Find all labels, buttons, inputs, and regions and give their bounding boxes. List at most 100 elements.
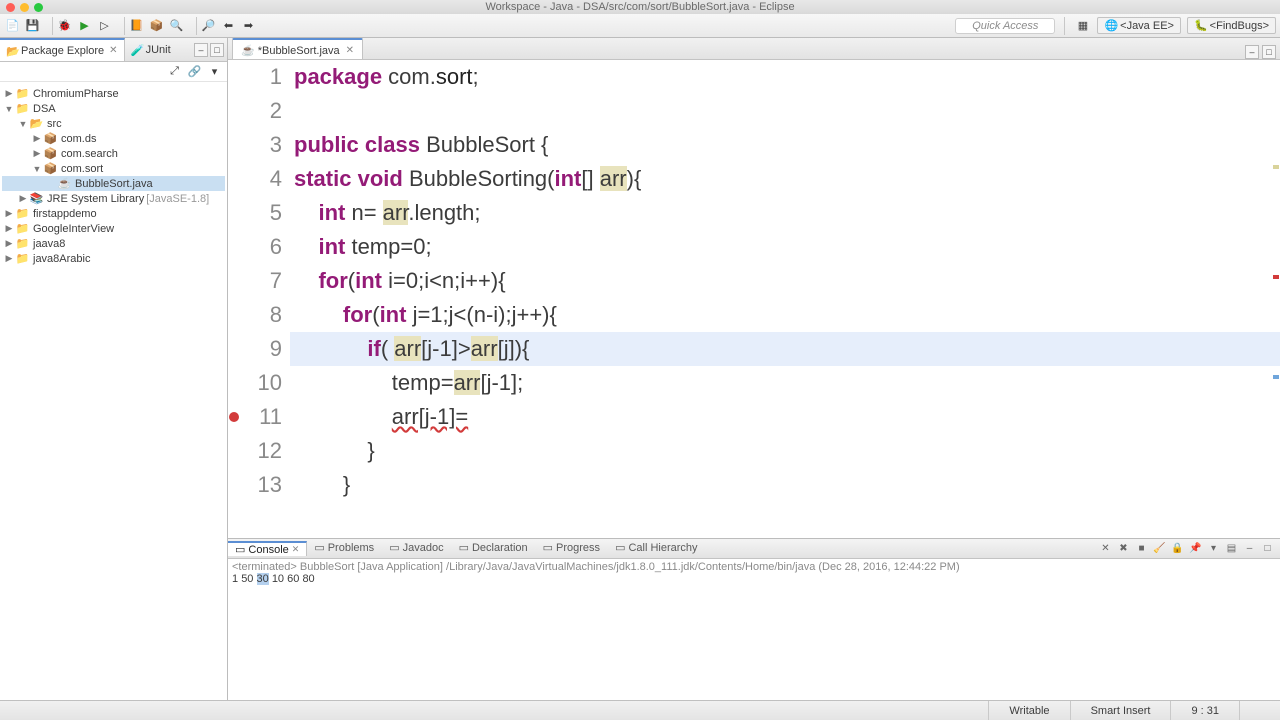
terminate-button[interactable]: ■ xyxy=(1134,541,1149,556)
perspective-findbugs[interactable]: 🐛 <FindBugs> xyxy=(1187,17,1276,34)
tree-node-label: JRE System Library xyxy=(47,193,144,205)
collapse-all-button[interactable]: ⤢ xyxy=(166,63,183,80)
tree-node[interactable]: ▶📁firstappdemo xyxy=(2,206,225,221)
disclosure-triangle[interactable]: ▶ xyxy=(4,88,14,99)
status-cursor-pos: 9 : 31 xyxy=(1170,701,1239,720)
maximize-bottom-button[interactable]: □ xyxy=(1260,541,1275,556)
disclosure-triangle[interactable]: ▼ xyxy=(4,104,14,114)
left-view-tabstrip: 📂 Package Explore ✕ 🧪 JUnit – □ xyxy=(0,38,227,62)
run-button[interactable]: ▶ xyxy=(76,17,93,34)
tree-node[interactable]: ▶📁 java8Arabic xyxy=(2,251,225,266)
code-line[interactable]: } xyxy=(290,468,1280,502)
minimize-bottom-button[interactable]: – xyxy=(1242,541,1257,556)
disclosure-triangle[interactable]: ▶ xyxy=(4,208,14,219)
tree-node[interactable]: ▶📁jaava8 xyxy=(2,236,225,251)
tree-node[interactable]: ▶📦com.search xyxy=(2,146,225,161)
tree-node[interactable]: ▶📁GoogleInterView xyxy=(2,221,225,236)
tree-node[interactable]: ▶📁ChromiumPharse xyxy=(2,86,225,101)
open-type-button[interactable]: 🔍 xyxy=(168,17,185,34)
java-editor[interactable]: 12345678910111213 package com.sort;publi… xyxy=(228,60,1280,538)
code-line[interactable]: if( arr[j-1]>arr[j]){ xyxy=(290,332,1280,366)
overview-ruler[interactable] xyxy=(1270,60,1280,538)
run-last-button[interactable]: ▷ xyxy=(96,17,113,34)
zoom-window-button[interactable] xyxy=(34,3,43,12)
disclosure-triangle[interactable]: ▼ xyxy=(18,119,28,129)
disclosure-triangle[interactable]: ▼ xyxy=(32,164,42,174)
minimize-editor-button[interactable]: – xyxy=(1245,45,1259,59)
disclosure-triangle[interactable]: ▶ xyxy=(4,238,14,249)
close-icon[interactable]: ✕ xyxy=(109,45,117,56)
tab-icon: ▭ xyxy=(235,543,245,556)
tree-node[interactable]: ▶📚JRE System Library [JavaSE-1.8] xyxy=(2,191,225,206)
disclosure-triangle[interactable]: ▶ xyxy=(32,133,42,144)
open-perspective-button[interactable]: ▦ xyxy=(1074,17,1091,34)
disclosure-triangle[interactable]: ▶ xyxy=(4,223,14,234)
remove-all-launches-button[interactable]: ✖ xyxy=(1116,541,1131,556)
quick-access[interactable]: Quick Access xyxy=(955,18,1055,34)
pin-console-button[interactable]: 📌 xyxy=(1188,541,1203,556)
bottom-tab-call-hierarchy[interactable]: ▭Call Hierarchy xyxy=(608,541,705,554)
project-icon: 📁 xyxy=(16,102,29,115)
debug-button[interactable]: 🐞 xyxy=(56,17,73,34)
project-icon: 📁 xyxy=(16,252,29,265)
maximize-editor-button[interactable]: □ xyxy=(1262,45,1276,59)
tree-node[interactable]: ▼📦com.sort xyxy=(2,161,225,176)
tree-node-label: java8Arabic xyxy=(33,253,90,265)
package-icon: 📦 xyxy=(44,147,57,160)
code-line[interactable]: static void BubbleSorting(int[] arr){ xyxy=(290,162,1280,196)
annotation-prev-button[interactable]: ⬅ xyxy=(220,17,237,34)
bottom-tab-problems[interactable]: ▭Problems xyxy=(307,541,382,554)
code-line[interactable]: package com.sort; xyxy=(290,60,1280,94)
code-line[interactable]: int temp=0; xyxy=(290,230,1280,264)
bottom-tab-declaration[interactable]: ▭Declaration xyxy=(452,541,536,554)
close-icon[interactable]: ✕ xyxy=(346,45,354,56)
code-line[interactable]: int n= arr.length; xyxy=(290,196,1280,230)
window-title: Workspace - Java - DSA/src/com/sort/Bubb… xyxy=(485,1,794,13)
bottom-tab-javadoc[interactable]: ▭Javadoc xyxy=(382,541,451,554)
tree-node-label: ChromiumPharse xyxy=(33,88,119,100)
new-package-button[interactable]: 📦 xyxy=(148,17,165,34)
clear-console-button[interactable]: 🧹 xyxy=(1152,541,1167,556)
close-window-button[interactable] xyxy=(6,3,15,12)
code-line[interactable]: } xyxy=(290,434,1280,468)
tree-node[interactable]: ▼📁DSA xyxy=(2,101,225,116)
disclosure-triangle[interactable]: ▶ xyxy=(32,148,42,159)
error-marker-icon[interactable] xyxy=(229,412,239,422)
disclosure-triangle[interactable]: ▶ xyxy=(4,253,14,264)
package-explorer-tree[interactable]: ▶📁ChromiumPharse▼📁DSA▼📂src▶📦com.ds▶📦com.… xyxy=(0,82,227,700)
disclosure-triangle[interactable]: ▶ xyxy=(18,193,28,204)
tree-node[interactable]: ☕BubbleSort.java xyxy=(2,176,225,191)
console-view[interactable]: <terminated> BubbleSort [Java Applicatio… xyxy=(228,559,1280,700)
editor-tabstrip: ☕ *BubbleSort.java ✕ – □ xyxy=(228,38,1280,60)
save-button[interactable]: 💾 xyxy=(24,17,41,34)
link-editor-button[interactable]: 🔗 xyxy=(186,63,203,80)
perspective-javaee[interactable]: 🌐 <Java EE> xyxy=(1097,17,1181,34)
tab-package-explorer[interactable]: 📂 Package Explore ✕ xyxy=(0,38,125,61)
display-selected-console-button[interactable]: ▾ xyxy=(1206,541,1221,556)
view-menu-button[interactable]: ▾ xyxy=(206,63,223,80)
package-icon: 📦 xyxy=(44,162,57,175)
minimize-view-button[interactable]: – xyxy=(194,43,208,57)
code-line[interactable]: for(int i=0;i<n;i++){ xyxy=(290,264,1280,298)
scroll-lock-button[interactable]: 🔒 xyxy=(1170,541,1185,556)
code-line[interactable]: temp=arr[j-1]; xyxy=(290,366,1280,400)
code-line[interactable]: public class BubbleSort { xyxy=(290,128,1280,162)
new-button[interactable]: 📄 xyxy=(4,17,21,34)
tree-node[interactable]: ▼📂src xyxy=(2,116,225,131)
search-button[interactable]: 🔎 xyxy=(200,17,217,34)
annotation-next-button[interactable]: ➡ xyxy=(240,17,257,34)
code-line[interactable]: for(int j=1;j<(n-i);j++){ xyxy=(290,298,1280,332)
code-line[interactable]: arr[j-1]= xyxy=(290,400,1280,434)
tree-node[interactable]: ▶📦com.ds xyxy=(2,131,225,146)
remove-launch-button[interactable]: ✕ xyxy=(1098,541,1113,556)
close-icon[interactable]: ✕ xyxy=(292,544,300,555)
editor-tab-bubblesort[interactable]: ☕ *BubbleSort.java ✕ xyxy=(232,38,363,59)
code-line[interactable] xyxy=(290,94,1280,128)
tab-junit[interactable]: 🧪 JUnit xyxy=(125,38,177,61)
bottom-tab-console[interactable]: ▭Console✕ xyxy=(228,541,307,556)
open-console-button[interactable]: ▤ xyxy=(1224,541,1239,556)
bottom-tab-progress[interactable]: ▭Progress xyxy=(536,541,608,554)
minimize-window-button[interactable] xyxy=(20,3,29,12)
new-java-class-button[interactable]: 📙 xyxy=(128,17,145,34)
maximize-view-button[interactable]: □ xyxy=(210,43,224,57)
